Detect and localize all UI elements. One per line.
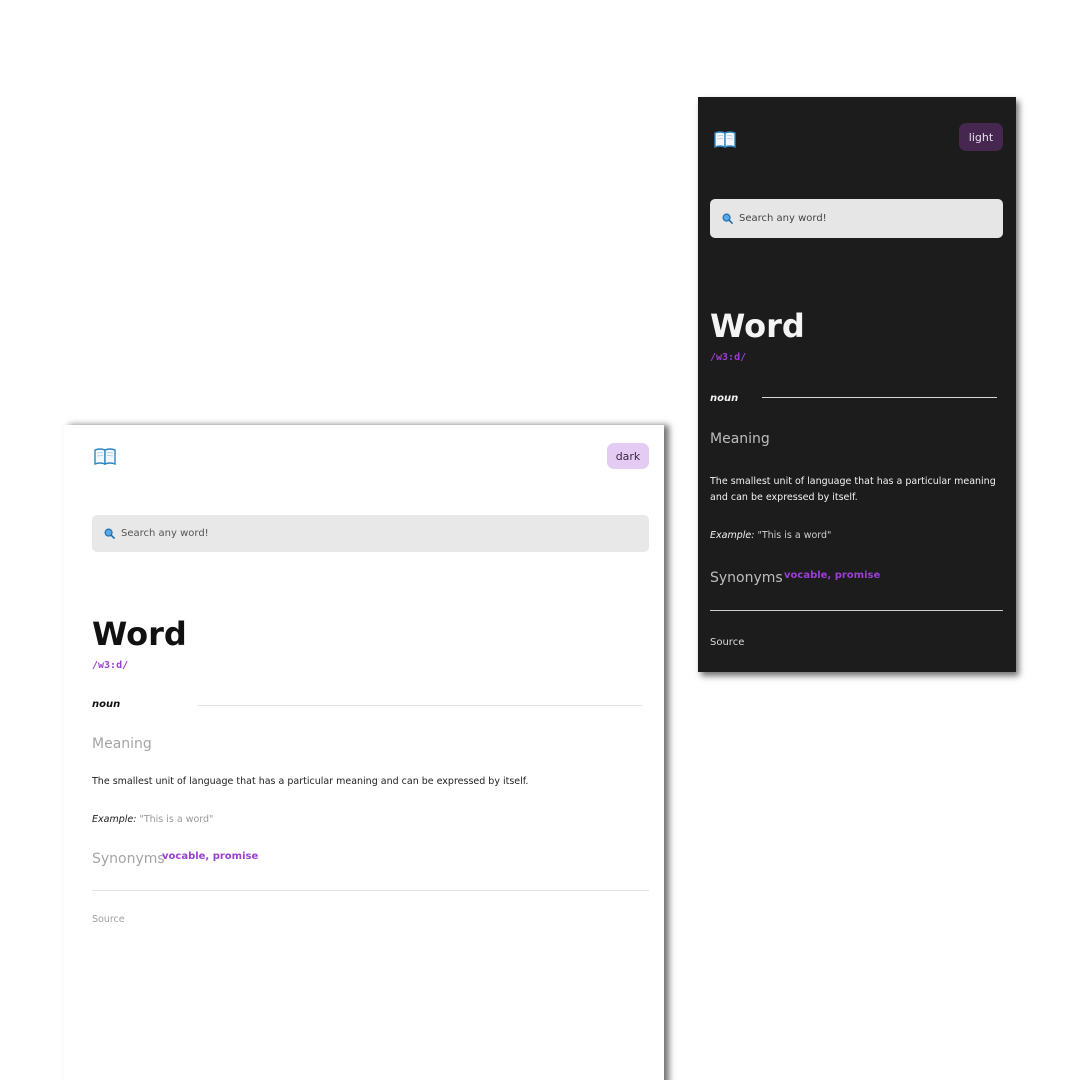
search-bar[interactable] (92, 515, 649, 552)
theme-toggle-button[interactable]: light (959, 123, 1003, 151)
example-label: Example: (92, 814, 137, 825)
part-of-speech: noun (92, 699, 121, 710)
meaning-heading: Meaning (710, 431, 770, 447)
definition-text: The smallest unit of language that has a… (710, 476, 996, 503)
word-heading: Word (710, 307, 805, 345)
phonetic-text: /w3:d/ (710, 352, 747, 363)
example-label: Example: (710, 530, 755, 541)
synonyms-list[interactable]: vocable, promise (162, 851, 258, 862)
phonetic-text: /w3:d/ (92, 660, 129, 671)
definition-text: The smallest unit of language that has a… (92, 776, 529, 787)
search-input[interactable] (739, 213, 989, 224)
source-link[interactable]: Source (92, 914, 125, 925)
example-text: "This is a word" (757, 530, 832, 541)
pos-divider (198, 705, 642, 706)
word-heading: Word (92, 615, 187, 653)
bottom-divider (710, 610, 1003, 611)
source-link[interactable]: Source (710, 637, 744, 648)
open-book-icon[interactable] (714, 130, 736, 148)
magnifier-icon (104, 528, 115, 539)
theme-toggle-button[interactable]: dark (607, 443, 649, 469)
synonyms-heading: Synonyms (92, 851, 165, 867)
light-theme-panel: dark Word /w3:d/ noun Meaning The smalle… (64, 425, 664, 1080)
example-text: "This is a word" (139, 814, 214, 825)
example-line: Example: "This is a word" (92, 814, 213, 825)
open-book-icon[interactable] (94, 447, 116, 465)
part-of-speech: noun (710, 393, 739, 404)
stage: dark Word /w3:d/ noun Meaning The smalle… (0, 0, 1080, 1080)
bottom-divider (92, 890, 649, 891)
example-line: Example: "This is a word" (710, 530, 831, 541)
dark-theme-panel: light Word /w3:d/ noun Meaning The small… (698, 97, 1016, 672)
search-input[interactable] (121, 528, 595, 539)
synonyms-heading: Synonyms (710, 570, 783, 586)
search-bar[interactable] (710, 199, 1003, 238)
pos-divider (762, 397, 997, 398)
meaning-heading: Meaning (92, 736, 152, 752)
synonyms-list[interactable]: vocable, promise (784, 570, 880, 581)
magnifier-icon (722, 213, 733, 224)
